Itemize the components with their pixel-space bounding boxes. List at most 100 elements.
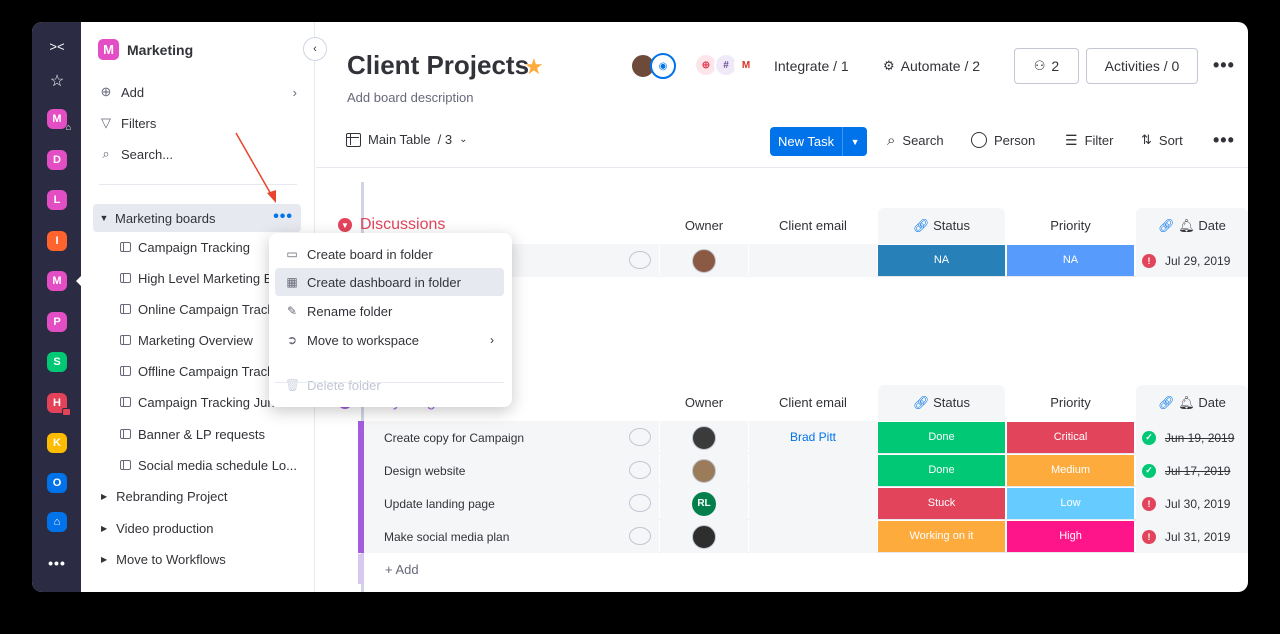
task-name[interactable]: Design website (384, 464, 465, 478)
column-header-priority[interactable]: Priority (1007, 208, 1134, 244)
sidebar-search[interactable]: ⌕ Search... (99, 146, 173, 162)
conversation-bubble-icon[interactable] (629, 251, 651, 269)
priority-cell[interactable]: NA (1007, 245, 1134, 276)
conversation-bubble-icon[interactable] (629, 428, 651, 446)
priority-cell[interactable]: Medium (1007, 455, 1134, 486)
more-icon[interactable]: ••• (44, 553, 70, 573)
date-cell[interactable]: ✓ Jun 19, 2019 (1136, 421, 1248, 454)
workspace-item[interactable]: O (47, 473, 67, 493)
status-cell[interactable]: NA (878, 245, 1005, 276)
owner-cell[interactable]: RL (660, 487, 748, 520)
date-cell[interactable]: ! Jul 30, 2019 (1136, 487, 1248, 520)
task-name[interactable]: Make social media plan (384, 530, 509, 544)
workspace-item[interactable]: S (47, 352, 67, 372)
integration-icons[interactable]: ⊕ # M (694, 53, 758, 77)
menu-item[interactable]: ▭ Create board in folder (275, 240, 504, 268)
view-selector[interactable]: Main Table / 3 ⌄ (346, 132, 468, 147)
client-email-cell[interactable] (749, 244, 877, 277)
sidebar-folder-item[interactable]: ▶ Move to Workflows (101, 548, 226, 570)
new-task-dropdown-icon[interactable]: ▼ (843, 127, 867, 156)
group-collapse-icon[interactable]: ▼ (338, 218, 352, 232)
board-description[interactable]: Add board description (347, 90, 473, 105)
group-title[interactable]: ▼ Discussions (338, 216, 445, 234)
workspace-item[interactable]: M ⌂ (47, 109, 71, 132)
task-cell[interactable]: Make social media plan (364, 520, 659, 553)
menu-item[interactable]: ✎ Rename folder (275, 297, 504, 325)
folder-more-icon[interactable]: ••• (273, 209, 293, 225)
task-name[interactable]: Update landing page (384, 497, 495, 511)
add-button[interactable]: ⊕ Add › (99, 84, 297, 100)
client-email-cell[interactable] (749, 520, 877, 553)
new-task-label[interactable]: New Task (770, 127, 844, 156)
client-email-cell[interactable] (749, 454, 877, 487)
column-header-status[interactable]: 🔗︎ Status (878, 208, 1005, 244)
workspace-item[interactable]: L (47, 190, 67, 210)
column-header-date[interactable]: 🔗︎ 🔔︎ Date (1136, 385, 1248, 421)
task-cell[interactable]: Update landing page (364, 487, 659, 520)
table-row[interactable]: Create copy for Campaign Brad Pitt Done Cri… (358, 421, 1248, 454)
date-cell[interactable]: ! Jul 29, 2019 (1136, 244, 1248, 277)
client-email-cell[interactable]: Brad Pitt (749, 421, 877, 454)
conversation-bubble-icon[interactable] (629, 494, 651, 512)
add-item-label[interactable]: + Add (385, 562, 419, 577)
workspace-item[interactable]: K (47, 433, 67, 453)
integrate-button[interactable]: Integrate / 1 (774, 58, 849, 74)
column-header-date[interactable]: 🔗︎ 🔔︎ Date (1136, 208, 1248, 244)
owner-cell[interactable] (660, 244, 748, 277)
sidebar-folder-item[interactable]: ▶ Video production (101, 517, 214, 539)
conversation-bubble-icon[interactable] (629, 527, 651, 545)
priority-cell[interactable]: Critical (1007, 422, 1134, 453)
status-cell[interactable]: Done (878, 455, 1005, 486)
new-task-button[interactable]: New Task ▼ (770, 127, 868, 156)
column-header-status[interactable]: 🔗︎ Status (878, 385, 1005, 421)
date-cell[interactable]: ! Jul 31, 2019 (1136, 520, 1248, 553)
sidebar-board-item[interactable]: Banner & LP requests (120, 423, 300, 445)
column-header-client-email[interactable]: Client email (749, 385, 877, 421)
table-row[interactable]: Design website Done Medium ✓ Jul 17, 2019 (358, 454, 1248, 487)
task-cell[interactable]: Create copy for Campaign (364, 421, 659, 454)
collapse-sidebar-button[interactable]: ‹ (303, 37, 327, 61)
workspace-item[interactable]: I (47, 231, 67, 251)
client-email-value[interactable]: Brad Pitt (790, 430, 836, 444)
filter-button[interactable]: ☰ Filter (1065, 132, 1113, 149)
expand-collapse-icon[interactable]: >< (44, 37, 70, 57)
board-title[interactable]: Client Projects (347, 50, 529, 81)
table-row[interactable]: Update landing page RL Stuck Low! Jul 30, 20… (358, 487, 1248, 520)
members-button[interactable]: ⚇ 2 (1014, 48, 1079, 84)
board-more-icon[interactable]: ••• (1213, 55, 1235, 76)
activities-button[interactable]: Activities / 0 (1086, 48, 1198, 84)
workspace-item[interactable]: M (47, 271, 67, 291)
folder-marketing-boards[interactable]: ▼ Marketing boards ••• (93, 204, 301, 232)
column-header-client-email[interactable]: Client email (749, 208, 877, 244)
toolbar-more-icon[interactable]: ••• (1213, 130, 1235, 151)
sort-button[interactable]: ⇅ Sort (1141, 132, 1183, 148)
filters-button[interactable]: ▽ Filters (99, 115, 156, 131)
priority-cell[interactable]: Low (1007, 488, 1134, 519)
board-subscribers[interactable]: ◉ (630, 53, 676, 79)
status-cell[interactable]: Done (878, 422, 1005, 453)
home-icon[interactable]: ⌂ (47, 512, 67, 532)
date-cell[interactable]: ✓ Jul 17, 2019 (1136, 454, 1248, 487)
add-item-row[interactable]: + Add (358, 554, 1248, 584)
menu-item[interactable]: ▦ Create dashboard in folder (275, 268, 504, 296)
favorites-star-icon[interactable]: ☆ (44, 72, 70, 92)
person-filter-button[interactable]: Person (971, 132, 1035, 148)
owner-cell[interactable] (660, 520, 748, 553)
priority-cell[interactable]: High (1007, 521, 1134, 552)
menu-item[interactable]: ➲ Move to workspace › (275, 326, 504, 354)
task-cell[interactable]: Design website (364, 454, 659, 487)
sidebar-folder-item[interactable]: ▶ Rebranding Project (101, 485, 227, 507)
column-header-priority[interactable]: Priority (1007, 385, 1134, 421)
search-button[interactable]: ⌕ Search (887, 132, 944, 149)
column-header-owner[interactable]: Owner (660, 208, 748, 244)
sidebar-board-item[interactable]: Social media schedule Lo... (120, 454, 300, 476)
client-email-cell[interactable] (749, 487, 877, 520)
column-header-owner[interactable]: Owner (660, 385, 748, 421)
workspace-item[interactable]: H (47, 393, 71, 416)
status-cell[interactable]: Working on it (878, 521, 1005, 552)
star-icon[interactable]: ★ (524, 54, 544, 80)
workspace-header[interactable]: M Marketing (98, 39, 193, 60)
task-name[interactable]: Create copy for Campaign (384, 431, 524, 445)
automate-button[interactable]: ⚙ Automate / 2 (883, 58, 980, 74)
conversation-bubble-icon[interactable] (629, 461, 651, 479)
